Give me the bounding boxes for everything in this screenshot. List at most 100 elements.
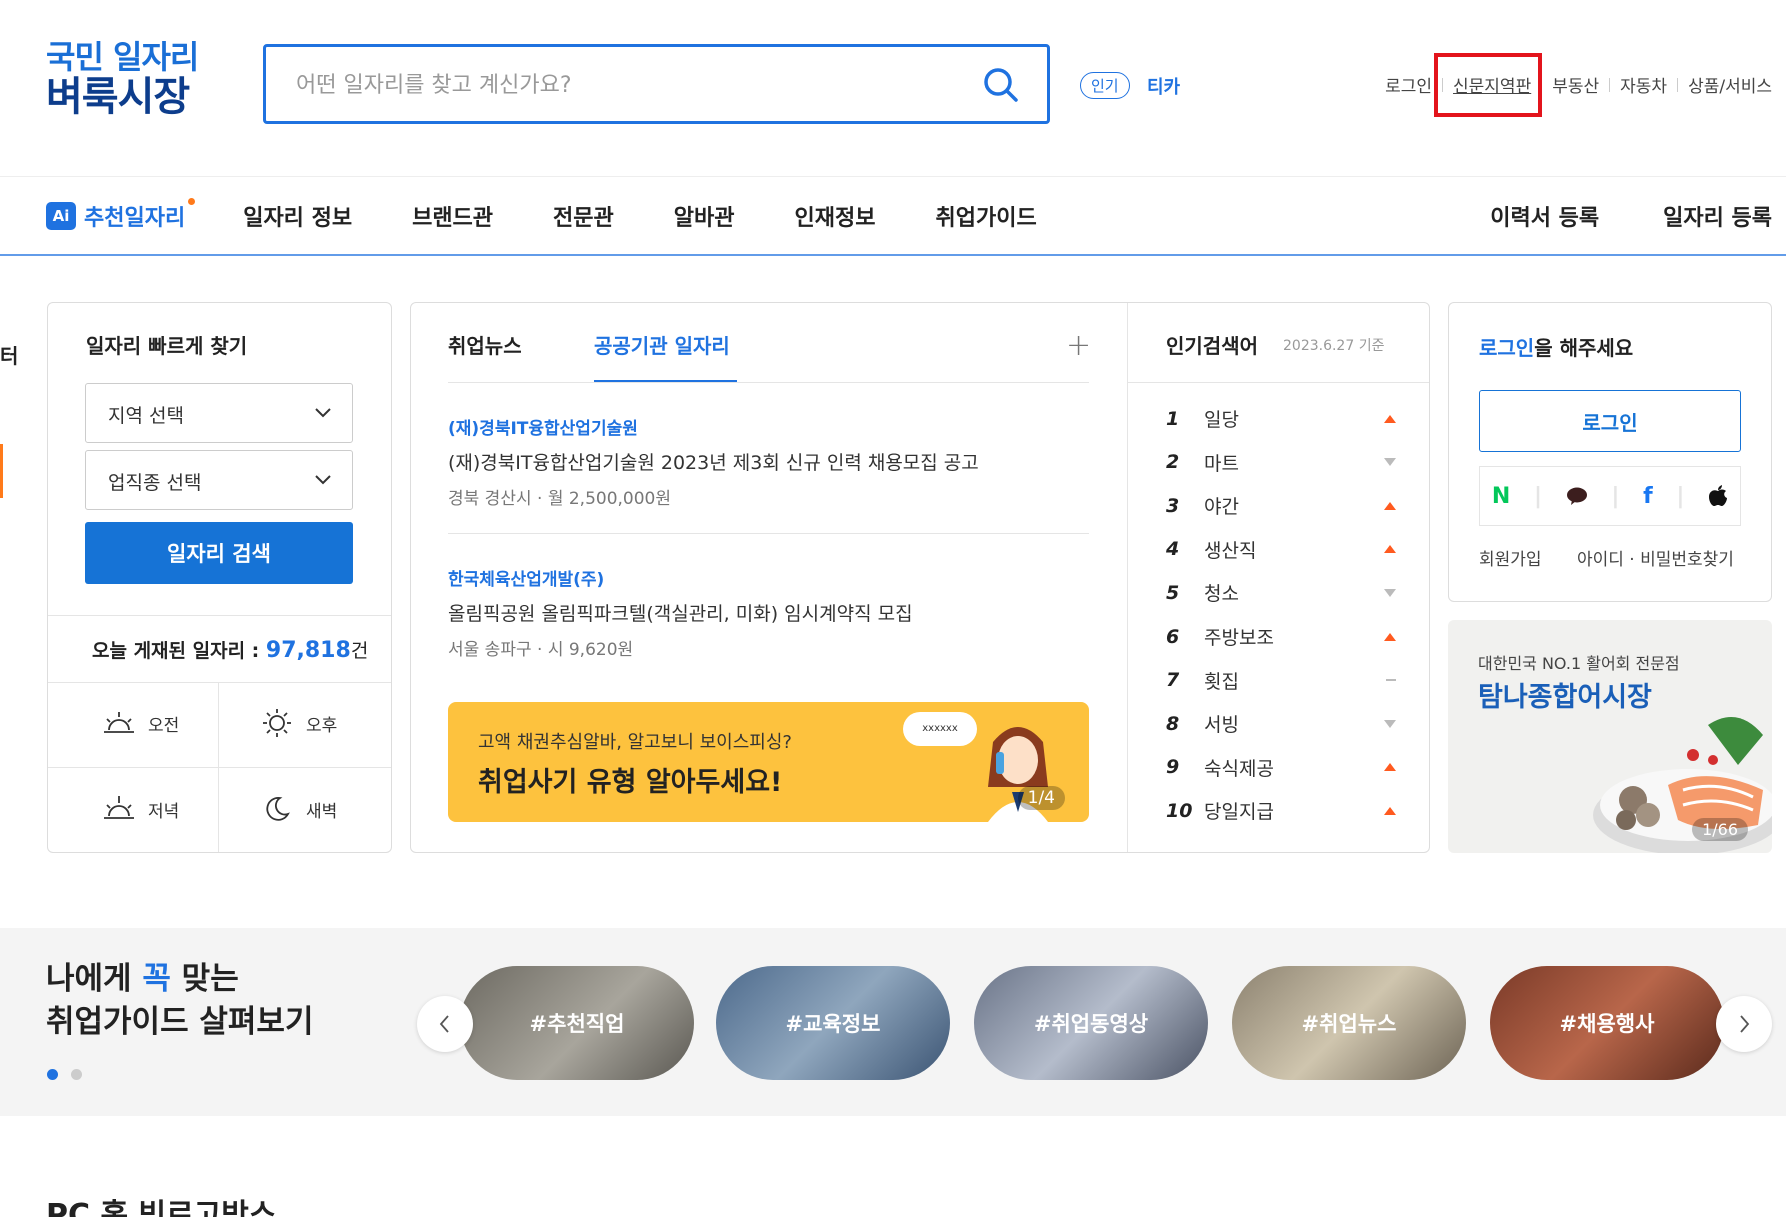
carousel-prev-button[interactable] — [417, 996, 473, 1052]
nav-item-jobs[interactable]: 일자리 정보 — [243, 200, 352, 232]
carousel-next-button[interactable] — [1716, 996, 1772, 1052]
guide-pill-label: #채용행사 — [1559, 1012, 1655, 1036]
naver-login-icon[interactable]: N — [1492, 484, 1510, 509]
news-item[interactable]: 한국체육산업개발(주) 올림픽공원 올림픽파크텔(객실관리, 미화) 임시계약직… — [448, 565, 913, 660]
rank-number: 4 — [1166, 538, 1180, 561]
rank-keyword: 서빙 — [1204, 714, 1239, 737]
popular-item[interactable]: 8 서빙 — [1166, 710, 1396, 737]
tab-public-jobs[interactable]: 공공기관 일자리 — [594, 330, 730, 359]
chevron-left-icon — [439, 1015, 449, 1033]
popular-item[interactable]: 6 주방보조 — [1166, 623, 1396, 650]
tab-employment-news[interactable]: 취업뉴스 — [448, 330, 522, 359]
news-title: (재)경북IT융합산업기술원 2023년 제3회 신규 인력 채용모집 공고 — [448, 452, 979, 474]
time-morning[interactable]: 오전 — [102, 708, 179, 738]
edge-text: 터 — [0, 344, 19, 368]
job-register-link[interactable]: 일자리 등록 — [1663, 200, 1772, 232]
social-login: N | | f | — [1479, 466, 1741, 526]
car-link[interactable]: 자동차 — [1620, 72, 1667, 97]
news-org: (재)경북IT융합산업기술원 — [448, 419, 638, 439]
facebook-login-icon[interactable]: f — [1643, 484, 1653, 509]
rank-keyword: 주방보조 — [1204, 627, 1274, 649]
resume-register-link[interactable]: 이력서 등록 — [1490, 200, 1599, 232]
guide-pill-label: #취업동영상 — [1033, 1012, 1149, 1036]
products-link[interactable]: 상품/서비스 — [1688, 72, 1772, 97]
popular-item[interactable]: 5 청소 — [1166, 579, 1396, 606]
time-evening[interactable]: 저녁 — [102, 794, 179, 824]
divider — [218, 683, 219, 852]
trend-up-icon — [1384, 545, 1396, 554]
divider: | — [1533, 483, 1542, 509]
guide-pill-events[interactable]: #채용행사 — [1490, 966, 1724, 1080]
nav-ai-label: 추천일자리 — [84, 206, 186, 231]
carousel-dot-active[interactable] — [47, 1069, 58, 1080]
chevron-right-icon — [1740, 1015, 1750, 1033]
region-select[interactable]: 지역 선택 — [85, 383, 353, 443]
speech-bubble: xxxxxx — [903, 712, 977, 746]
apple-login-icon[interactable] — [1708, 485, 1728, 507]
chevron-down-icon — [315, 408, 331, 418]
region-select-label: 지역 선택 — [108, 405, 184, 427]
find-account-link[interactable]: 아이디 · 비밀번호찾기 — [1577, 550, 1734, 570]
nav-ai-recommend[interactable]: Ai 추천일자리 — [46, 198, 196, 232]
popular-item[interactable]: 3 야간 — [1166, 492, 1396, 519]
nav-divider-top — [0, 176, 1786, 177]
search-icon[interactable] — [981, 65, 1021, 105]
popular-title: 인기검색어 — [1166, 334, 1258, 358]
nav-item-parttime[interactable]: 알바관 — [674, 200, 735, 232]
nav-item-brand[interactable]: 브랜드관 — [412, 200, 493, 232]
guide-pill-label: #교육정보 — [785, 1012, 881, 1036]
rank-keyword: 일당 — [1204, 409, 1239, 431]
divider: | — [1676, 483, 1685, 509]
chevron-down-icon — [315, 475, 331, 485]
fraud-warning-banner[interactable]: 고액 채권추심알바, 알고보니 보이스피싱? 취업사기 유형 알아두세요! xx… — [448, 702, 1089, 822]
guide-pill-recommend[interactable]: #추천직업 — [460, 966, 694, 1080]
carousel-dot[interactable] — [71, 1069, 82, 1080]
popular-item[interactable]: 10 당일지급 — [1166, 797, 1396, 824]
guide-pill-news[interactable]: #취업뉴스 — [1232, 966, 1466, 1080]
guide-title-pre: 나에게 — [46, 961, 143, 997]
trend-up-icon — [1384, 501, 1396, 510]
guide-pill-video[interactable]: #취업동영상 — [974, 966, 1208, 1080]
kakao-login-icon[interactable] — [1566, 486, 1588, 506]
news-item[interactable]: (재)경북IT융합산업기술원 (재)경북IT융합산업기술원 2023년 제3회 … — [448, 414, 979, 509]
time-label: 저녁 — [148, 801, 180, 822]
job-search-button[interactable]: 일자리 검색 — [85, 522, 353, 584]
jobtype-select[interactable]: 업직종 선택 — [85, 450, 353, 510]
nav-item-specialty[interactable]: 전문관 — [553, 200, 614, 232]
site-logo[interactable]: 국민 일자리 벼룩시장 — [46, 39, 199, 119]
news-title: 올림픽공원 올림픽파크텔(객실관리, 미화) 임시계약직 모집 — [448, 603, 913, 625]
rank-number: 2 — [1166, 451, 1180, 474]
time-dawn[interactable]: 새벽 — [260, 794, 337, 824]
edge-bar — [0, 444, 3, 498]
popular-item[interactable]: 4 생산직 — [1166, 536, 1396, 563]
popular-item[interactable]: 7 횟집 — [1166, 667, 1396, 694]
login-prompt: 로그인을 해주세요 — [1479, 332, 1633, 361]
popular-item[interactable]: 9 숙식제공 — [1166, 754, 1396, 781]
signup-link[interactable]: 회원가입 — [1479, 550, 1542, 570]
popular-item[interactable]: 1 일당 — [1166, 405, 1396, 432]
search-input[interactable] — [296, 67, 956, 103]
section-title: PC 홈 빅로고박스 — [46, 1198, 277, 1217]
ad-banner[interactable]: 대한민국 NO.1 활어회 전문점 탐나종합어시장 1/66 — [1448, 620, 1772, 853]
banner-page-indicator: 1/4 — [1017, 786, 1065, 810]
login-button[interactable]: 로그인 — [1479, 390, 1741, 452]
real-estate-link[interactable]: 부동산 — [1552, 72, 1599, 97]
sun-icon — [263, 709, 291, 737]
nav-item-talent[interactable]: 인재정보 — [795, 200, 876, 232]
ad-page-indicator: 1/66 — [1692, 818, 1748, 841]
hot-keyword-link[interactable]: 티카 — [1147, 73, 1180, 99]
search-box — [263, 44, 1050, 124]
popular-item[interactable]: 2 마트 — [1166, 449, 1396, 476]
jobtype-select-label: 업직종 선택 — [108, 472, 202, 494]
rank-number: 7 — [1166, 669, 1180, 692]
more-plus-icon[interactable]: + — [1066, 328, 1091, 363]
nav-item-guide[interactable]: 취업가이드 — [935, 200, 1036, 232]
account-links: 회원가입 아이디 · 비밀번호찾기 — [1479, 545, 1734, 570]
login-link[interactable]: 로그인 — [1385, 72, 1432, 97]
divider: | — [1611, 483, 1620, 509]
time-afternoon[interactable]: 오후 — [260, 708, 337, 738]
guide-pill-education[interactable]: #교육정보 — [716, 966, 950, 1080]
rank-number: 6 — [1166, 625, 1180, 648]
guide-title: 나에게 꼭 맞는 취업가이드 살펴보기 — [46, 958, 313, 1044]
rank-keyword: 마트 — [1204, 452, 1239, 475]
